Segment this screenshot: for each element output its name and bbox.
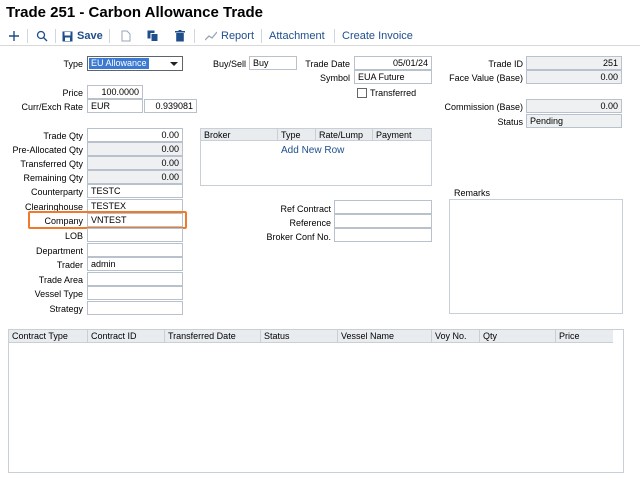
tradeid-field: 251 xyxy=(526,56,622,70)
delete-button[interactable] xyxy=(175,26,185,46)
transferred-qty-field: 0.00 xyxy=(87,156,183,170)
contracts-grid: Contract Type Contract ID Transferred Da… xyxy=(8,329,624,473)
remarks-textarea[interactable] xyxy=(449,199,623,314)
symbol-label: Symbol xyxy=(319,73,350,83)
save-label: Save xyxy=(77,30,103,42)
broker-col-rate[interactable]: Rate/Lump xyxy=(315,129,372,141)
type-select-value: EU Allowance xyxy=(89,58,149,69)
preallocated-label: Pre-Allocated Qty xyxy=(12,145,83,155)
create-invoice-label: Create Invoice xyxy=(342,30,413,42)
chart-line-icon xyxy=(205,31,217,41)
col-price[interactable]: Price xyxy=(555,330,613,343)
lob-label: LOB xyxy=(64,231,83,241)
price-field[interactable]: 100.0000 xyxy=(87,85,143,99)
contracts-grid-header: Contract Type Contract ID Transferred Da… xyxy=(9,330,613,343)
attachment-button[interactable]: Attachment xyxy=(269,26,325,46)
transferred-qty-label: Transferred Qty xyxy=(20,159,83,169)
tradearea-field[interactable] xyxy=(87,272,183,286)
status-field: Pending xyxy=(526,114,622,128)
department-label: Department xyxy=(35,246,83,256)
tradeid-label: Trade ID xyxy=(488,59,523,69)
broker-grid-header: Broker Type Rate/Lump Payment xyxy=(201,129,431,141)
counterparty-field[interactable]: TESTC xyxy=(87,184,183,198)
broker-conf-field[interactable] xyxy=(334,228,432,242)
exchrate-field[interactable]: 0.939081 xyxy=(144,99,197,113)
type-label: Type xyxy=(63,59,83,69)
broker-col-type[interactable]: Type xyxy=(277,129,315,141)
col-vessel-name[interactable]: Vessel Name xyxy=(337,330,431,343)
lob-field[interactable] xyxy=(87,228,183,242)
report-button[interactable]: Report xyxy=(205,26,254,46)
page-title: Trade 251 - Carbon Allowance Trade xyxy=(6,4,264,21)
document-icon xyxy=(121,30,131,42)
vesseltype-field[interactable] xyxy=(87,286,183,300)
trash-icon xyxy=(175,30,185,42)
commission-field: 0.00 xyxy=(526,99,622,113)
tradedate-label: Trade Date xyxy=(305,59,350,69)
remaining-qty-label: Remaining Qty xyxy=(23,173,83,183)
plus-icon xyxy=(9,31,19,41)
broker-grid: Broker Type Rate/Lump Payment Add New Ro… xyxy=(200,128,432,186)
transferred-label: Transferred xyxy=(370,88,417,98)
chevron-down-icon xyxy=(170,62,178,66)
broker-conf-label: Broker Conf No. xyxy=(266,232,331,242)
report-label: Report xyxy=(221,30,255,42)
copy-doc-button[interactable] xyxy=(121,26,131,46)
currexch-label: Curr/Exch Rate xyxy=(21,102,83,112)
vesseltype-label: Vessel Type xyxy=(34,289,83,299)
buysell-field[interactable]: Buy xyxy=(249,56,297,70)
col-contract-id[interactable]: Contract ID xyxy=(87,330,164,343)
search-button[interactable] xyxy=(36,26,48,46)
department-field[interactable] xyxy=(87,243,183,257)
save-icon xyxy=(62,31,73,41)
add-new-row-link[interactable]: Add New Row xyxy=(281,145,344,156)
col-qty[interactable]: Qty xyxy=(479,330,555,343)
broker-col-broker[interactable]: Broker xyxy=(201,129,277,141)
currency-field[interactable]: EUR xyxy=(87,99,143,113)
strategy-label: Strategy xyxy=(49,304,83,314)
facevalue-label: Face Value (Base) xyxy=(449,73,523,83)
toolbar: Save Report Attachment Create Invoice xyxy=(0,26,640,46)
add-button[interactable] xyxy=(8,26,20,46)
remaining-qty-field: 0.00 xyxy=(87,170,183,184)
create-invoice-button[interactable]: Create Invoice xyxy=(342,26,413,46)
trader-field[interactable]: admin xyxy=(87,257,183,271)
counterparty-label: Counterparty xyxy=(30,187,83,197)
attachment-label: Attachment xyxy=(269,30,325,42)
col-status[interactable]: Status xyxy=(260,330,337,343)
price-label: Price xyxy=(62,88,83,98)
save-button[interactable]: Save xyxy=(62,26,103,46)
duplicate-button[interactable] xyxy=(147,26,159,46)
col-voy-no[interactable]: Voy No. xyxy=(431,330,479,343)
trader-label: Trader xyxy=(56,260,83,270)
reference-label: Reference xyxy=(289,218,331,228)
remarks-label: Remarks xyxy=(454,188,491,198)
type-select[interactable]: EU Allowance xyxy=(87,56,183,71)
search-icon xyxy=(36,30,48,42)
trade-qty-field[interactable]: 0.00 xyxy=(87,128,183,142)
reference-field[interactable] xyxy=(334,214,432,228)
copy-icon xyxy=(147,30,159,42)
trade-qty-label: Trade Qty xyxy=(43,131,83,141)
commission-label: Commission (Base) xyxy=(444,102,523,112)
preallocated-field: 0.00 xyxy=(87,142,183,156)
tradedate-field[interactable]: 05/01/24 xyxy=(354,56,432,70)
strategy-field[interactable] xyxy=(87,301,183,315)
symbol-field[interactable]: EUA Future xyxy=(354,70,432,84)
transferred-checkbox[interactable] xyxy=(357,88,367,98)
ref-contract-field[interactable] xyxy=(334,200,432,214)
buysell-label: Buy/Sell xyxy=(212,59,246,69)
company-highlight xyxy=(28,211,187,229)
status-label: Status xyxy=(497,117,523,127)
col-contract-type[interactable]: Contract Type xyxy=(9,330,87,343)
broker-col-payment[interactable]: Payment xyxy=(372,129,431,141)
ref-contract-label: Ref Contract xyxy=(280,204,331,214)
col-transferred-date[interactable]: Transferred Date xyxy=(164,330,260,343)
facevalue-field: 0.00 xyxy=(526,70,622,84)
tradearea-label: Trade Area xyxy=(38,275,83,285)
